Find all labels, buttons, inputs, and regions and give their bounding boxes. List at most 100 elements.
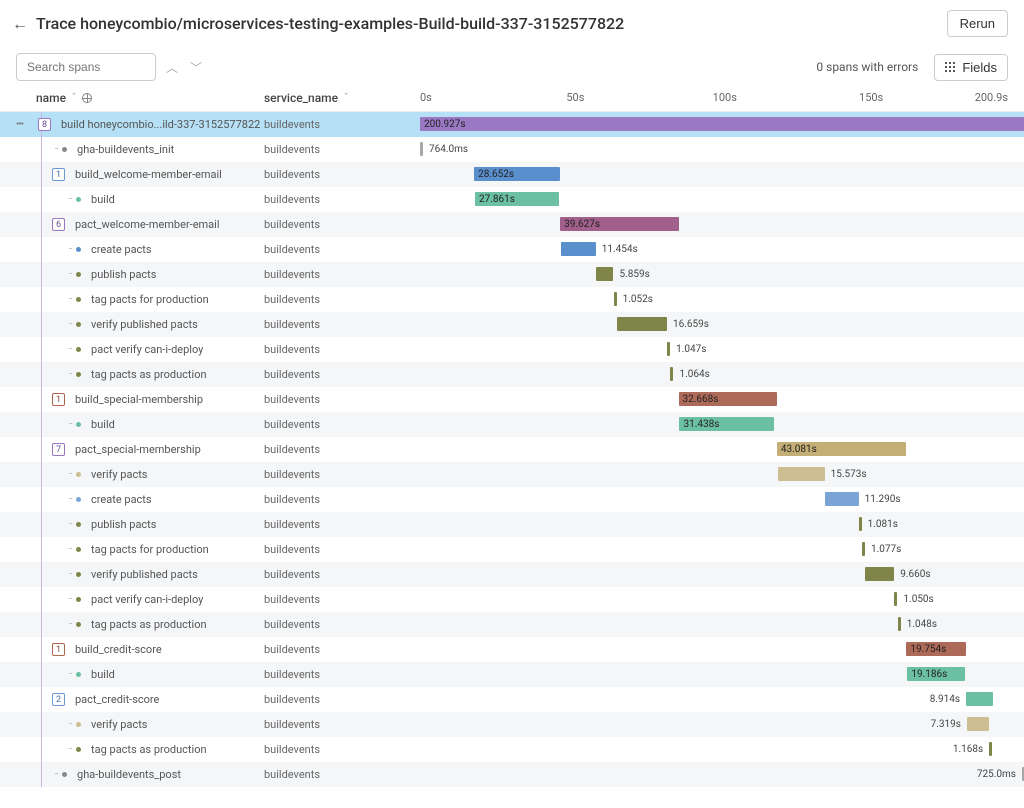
span-bar[interactable] [596,267,614,281]
span-timeline-cell: 1.077s [420,537,1024,562]
column-header-service-label: service_name [264,91,338,105]
span-row[interactable]: ╶pact verify can-i-deploybuildevents1.04… [0,337,1024,362]
span-name-cell: 2pact_credit-score [16,693,264,706]
span-bar[interactable] [989,742,992,756]
span-row[interactable]: ••• 8 build honeycombio...ild-337-31525778… [0,112,1024,137]
span-name-cell: ╶pact verify can-i-deploy [16,343,264,356]
span-bar[interactable] [561,242,595,256]
span-bar[interactable]: 39.627s [560,217,679,231]
child-count-badge[interactable]: 7 [52,443,65,456]
service-name: buildevents [264,668,420,681]
span-bar[interactable]: 27.861s [475,192,559,206]
span-name-cell: ╶publish pacts [16,268,264,281]
span-row[interactable]: ╶verify pactsbuildevents15.573s [0,462,1024,487]
next-result-icon[interactable]: ﹀ [190,59,202,76]
span-name-cell: ••• 8 build honeycombio...ild-337-31525778… [16,118,264,131]
span-bar[interactable] [865,567,894,581]
span-bar[interactable]: 28.652s [474,167,560,181]
span-row[interactable]: 6pact_welcome-member-emailbuildevents39.… [0,212,1024,237]
span-bar[interactable]: 19.186s [907,667,965,681]
span-bar[interactable] [617,317,667,331]
tree-connector-icon: ╶ [66,744,72,756]
span-bar[interactable] [778,467,825,481]
span-row[interactable]: 1build_welcome-member-emailbuildevents28… [0,162,1024,187]
span-rows: ••• 8 build honeycombio...ild-337-31525778… [0,112,1024,787]
span-color-dot-icon [76,247,81,252]
span-timeline-cell: 31.438s [420,412,1024,437]
child-count-badge[interactable]: 1 [52,643,65,656]
span-duration-label: 1.064s [673,367,709,381]
tree-connector-icon: ╶ [66,619,72,631]
service-name: buildevents [264,443,420,456]
span-name-cell: ╶verify published pacts [16,318,264,331]
span-name: verify pacts [91,468,147,481]
column-header-service[interactable]: service_name ˇ [264,91,420,105]
row-menu-icon[interactable]: ••• [16,119,30,130]
span-row[interactable]: ╶buildbuildevents31.438s [0,412,1024,437]
child-count-badge[interactable]: 1 [52,168,65,181]
span-row[interactable]: ╶create pactsbuildevents11.290s [0,487,1024,512]
child-count-badge[interactable]: 1 [52,393,65,406]
span-timeline-cell: 5.859s [420,262,1024,287]
span-row[interactable]: 2pact_credit-scorebuildevents8.914s [0,687,1024,712]
child-count-badge[interactable]: 6 [52,218,65,231]
span-row[interactable]: ╶pact verify can-i-deploybuildevents1.05… [0,587,1024,612]
span-row[interactable]: ╶tag pacts as productionbuildevents1.048… [0,612,1024,637]
span-row[interactable]: ╶verify pactsbuildevents7.319s [0,712,1024,737]
child-count-badge[interactable]: 8 [38,118,51,131]
span-name-cell: ╶verify pacts [16,718,264,731]
column-header-name[interactable]: name ˇ [16,91,264,105]
span-name-cell: ╶ tag pacts as production [16,743,264,756]
service-name: buildevents [264,718,420,731]
span-bar[interactable]: 19.754s [906,642,965,656]
span-timeline-cell: 19.754s [420,637,1024,662]
grid-header: name ˇ service_name ˇ 0s50s100s150s200.9… [0,87,1024,112]
span-row[interactable]: ╶tag pacts as productionbuildevents1.168… [0,737,1024,762]
span-row[interactable]: ╶tag pacts as productionbuildevents1.064… [0,362,1024,387]
span-duration-label: 27.861s [475,194,519,205]
span-bar[interactable]: 31.438s [679,417,774,431]
span-row[interactable]: ╶gha-buildevents_initbuildevents764.0ms [0,137,1024,162]
span-timeline-cell: 1.064s [420,362,1024,387]
span-row[interactable]: ╶gha-buildevents_postbuildevents725.0ms [0,762,1024,787]
span-bar[interactable]: 200.927s [420,117,1024,131]
prev-result-icon[interactable]: ︿ [166,59,178,76]
span-name: tag pacts as production [91,743,207,756]
span-bar[interactable] [967,717,989,731]
timeline-tick: 150s [859,91,883,104]
back-arrow-icon[interactable]: ← [12,14,28,34]
span-bar[interactable]: 43.081s [777,442,907,456]
span-timeline-cell: 19.186s [420,662,1024,687]
span-row[interactable]: ╶create pactsbuildevents11.454s [0,237,1024,262]
span-row[interactable]: ╶publish pactsbuildevents5.859s [0,262,1024,287]
span-row[interactable]: ╶tag pacts for productionbuildevents1.05… [0,287,1024,312]
service-name: buildevents [264,693,420,706]
rerun-button[interactable]: Rerun [947,10,1008,37]
span-row[interactable]: ╶verify published pactsbuildevents16.659… [0,312,1024,337]
toolbar: ︿ ﹀ 0 spans with errors Fields [0,47,1024,87]
search-input[interactable] [16,53,156,81]
span-bar[interactable] [966,692,993,706]
span-row[interactable]: 1build_credit-scorebuildevents19.754s [0,637,1024,662]
span-timeline-cell: 764.0ms [420,137,1024,162]
span-row[interactable]: ╶buildbuildevents19.186s [0,662,1024,687]
span-timeline-cell: 32.668s [420,387,1024,412]
span-bar[interactable]: 32.668s [679,392,777,406]
span-row[interactable]: ╶publish pactsbuildevents1.081s [0,512,1024,537]
span-row[interactable]: ╶tag pacts for productionbuildevents1.07… [0,537,1024,562]
span-row[interactable]: ╶buildbuildevents27.861s [0,187,1024,212]
span-color-dot-icon [62,772,67,777]
span-row[interactable]: 1build_special-membershipbuildevents32.6… [0,387,1024,412]
span-name: gha-buildevents_post [77,768,181,781]
span-duration-label: 9.660s [894,567,930,581]
fields-button[interactable]: Fields [934,54,1008,81]
span-timeline-cell: 1.052s [420,287,1024,312]
span-name: build honeycombio...ild-337-3152577822 [61,118,260,131]
span-bar[interactable] [825,492,859,506]
child-count-badge[interactable]: 2 [52,693,65,706]
span-row[interactable]: ╶verify published pactsbuildevents9.660s [0,562,1024,587]
timeline-tick: 200.9s [975,91,1008,104]
span-color-dot-icon [76,597,81,602]
service-name: buildevents [264,293,420,306]
span-row[interactable]: 7pact_special-membershipbuildevents43.08… [0,437,1024,462]
